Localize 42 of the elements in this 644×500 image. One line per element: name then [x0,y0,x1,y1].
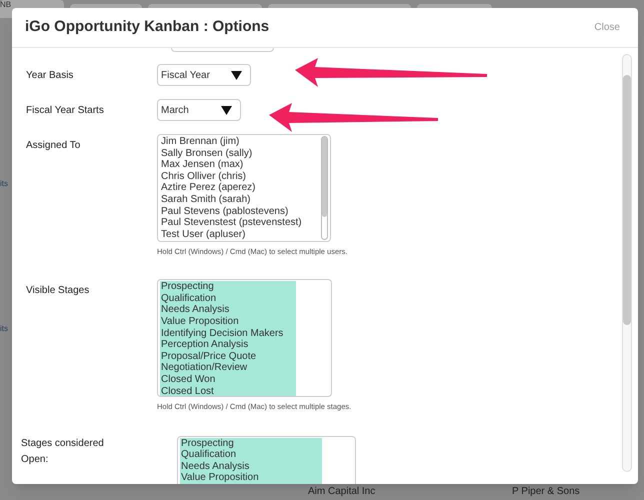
caret-icon [231,70,242,80]
dialog-title: iGo Opportunity Kanban : Options [25,17,270,38]
background-text: its [0,178,8,190]
list-option[interactable]: Test User (apluser) [160,228,320,240]
list-option[interactable]: Closed Won [160,374,296,386]
list-option[interactable]: Needs Analysis [160,304,296,316]
list-option[interactable]: Chris Olliver (chris) [160,170,320,182]
list-option[interactable]: Qualification [160,292,296,304]
list-option[interactable]: Proposal/Price Quote [160,350,296,362]
list-option[interactable]: Value Proposition [180,472,322,484]
list-option[interactable]: Qualification [180,449,322,461]
field-label: Year Basis [26,69,74,83]
list-option[interactable]: Perception Analysis [160,339,296,351]
listbox[interactable]: Prospecting Qualification Needs Analysis Value Proposition [177,436,356,484]
field-label: Assigned To [26,139,82,153]
listbox[interactable]: Jim Brennan (jim) Sally Bronsen (sally) Max Jensen (max) Chris Olliver (chris) Aztire Perez (aperez) Sarah Smith (sarah) Paul Stevens (pablostevens) Paul Stevenstest (pstevenstest) Test User (apluser) [157,134,331,242]
list-option[interactable]: Max Jensen (max) [160,159,320,171]
list-option[interactable]: Negotiation/Review [160,362,296,374]
listbox[interactable]: Prospecting Qualification Needs Analysis Value Proposition Identifying Decision Makers Perception Analysis Proposal/Price Quote Negotiation/Review Closed Won Closed Lost [157,279,332,398]
list-option[interactable]: Identifying Decision Makers [160,328,296,340]
list-option[interactable]: Paul Stevenstest (pstevenstest) [160,217,320,229]
list-option[interactable]: Jim Brennan (jim) [160,136,320,148]
background-text: P Piper & Sons [512,486,580,498]
list-option[interactable]: Closed Lost [160,386,296,396]
caret-icon [221,106,232,114]
list-option[interactable]: Sally Bronsen (sally) [160,148,320,160]
list-option[interactable]: Sarah Smith (sarah) [160,194,320,206]
list-option[interactable]: Prospecting [180,438,322,450]
background-text: Aim Capital Inc [308,486,376,498]
select-field[interactable]: Fiscal Year [157,64,251,86]
scrollbar[interactable] [622,54,632,472]
list-option[interactable]: Needs Analysis [180,460,322,472]
list-option[interactable]: Prospecting [160,281,296,293]
list-option[interactable]: Aztire Perez (aperez) [160,182,320,194]
background-text: its [0,323,8,335]
field-label: Visible Stages [26,284,90,298]
select-field[interactable]: March [157,99,241,121]
field-label: Stages considered Open: [21,436,105,466]
scrollbar[interactable] [321,136,328,240]
field-label: Fiscal Year Starts [26,104,105,118]
list-option[interactable]: Paul Stevens (pablostevens) [160,206,320,218]
list-option[interactable]: Value Proposition [160,316,296,328]
